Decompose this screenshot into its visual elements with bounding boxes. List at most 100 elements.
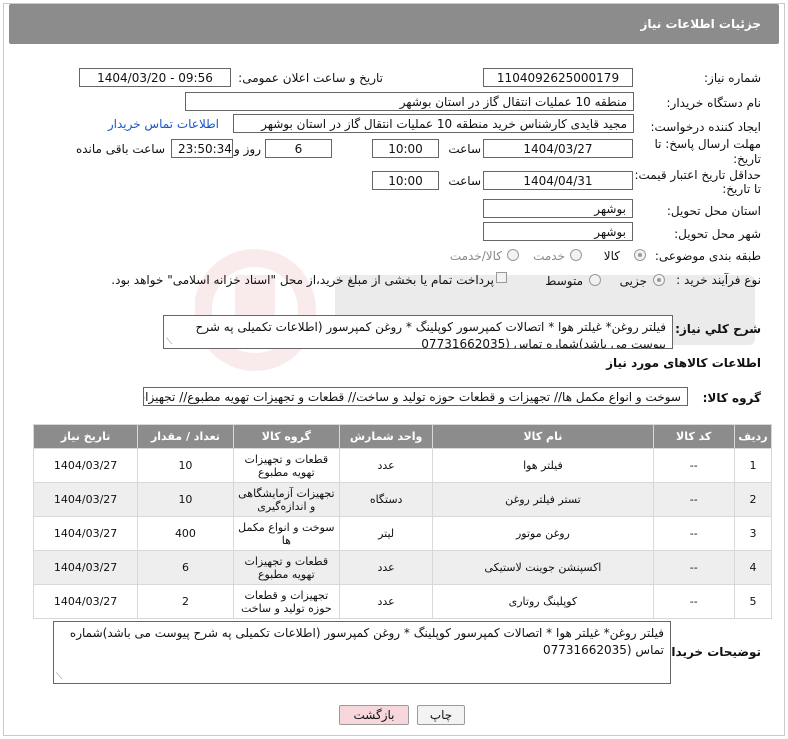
back-button[interactable]: بازگشت — [339, 705, 409, 725]
category-option-goods: کالا — [603, 249, 620, 263]
cell-name: تستر فیلتر روغن — [432, 482, 654, 517]
cell-code: -- — [652, 448, 735, 483]
col-header-date: تاریخ نیاز — [32, 424, 139, 449]
table-row[interactable]: 4 -- اکسپنشن جوینت لاستیکی عدد قطعات و ت… — [32, 550, 773, 585]
deadline-label: مهلت ارسال پاسخ: تا — [654, 137, 761, 151]
deadline-time-field: 10:00 — [372, 139, 439, 158]
min-price-date-field: 1404/04/31 — [483, 171, 633, 190]
deadline-label-date: تاریخ: — [733, 152, 761, 166]
process-radio-medium[interactable] — [589, 274, 601, 286]
process-option-minor: جزیی — [619, 274, 647, 288]
city-label: شهر محل تحویل: — [674, 227, 761, 241]
treasury-payment-checkbox[interactable] — [496, 272, 507, 283]
cell-code: -- — [652, 550, 735, 585]
treasury-payment-note: پرداخت تمام یا بخشی از مبلغ خرید،از محل … — [111, 273, 494, 287]
description-textarea: فیلتر روغن* غیلتر هوا * اتصالات کمپرسور … — [163, 315, 673, 349]
creator-field: مجید قایدی کارشناس خرید منطقه 10 عملیات … — [233, 114, 634, 133]
category-radio-goods-service[interactable] — [507, 249, 519, 261]
category-option-goods-service: کالا/خدمت — [449, 249, 502, 263]
cell-group: قطعات و تجهیزات تهویه مطبوع — [232, 448, 340, 483]
cell-group: تجهیزات و قطعات حوزه تولید و ساخت — [232, 584, 340, 619]
min-price-time-field: 10:00 — [372, 171, 439, 190]
cell-group: تجهیزات آزمایشگاهی و اندازه‌گیری — [232, 482, 340, 517]
buyer-org-field: منطقه 10 عملیات انتقال گاز در استان بوشه… — [185, 92, 634, 111]
process-radio-minor[interactable] — [653, 274, 665, 286]
cell-name: روغن موتور — [432, 516, 654, 551]
cell-unit: عدد — [338, 448, 434, 483]
buyer-contact-link[interactable]: اطلاعات تماس خریدار — [108, 117, 219, 131]
cell-group: سوخت و انواع مکمل ها — [232, 516, 340, 551]
resize-handle-icon[interactable]: ⟋ — [166, 338, 172, 347]
buyer-notes-text: فیلتر روغن* غیلتر هوا * اتصالات کمپرسور … — [69, 626, 664, 657]
deadline-date-field: 1404/03/27 — [483, 139, 633, 158]
need-number-label: شماره نیاز: — [704, 71, 761, 85]
cell-date: 1404/03/27 — [32, 482, 139, 517]
cell-code: -- — [652, 482, 735, 517]
min-price-label-date: تا تاریخ: — [722, 182, 761, 196]
table-row[interactable]: 3 -- روغن موتور لیتر سوخت و انواع مکمل ه… — [32, 516, 773, 551]
cell-index: 4 — [733, 550, 773, 585]
announce-label: تاریخ و ساعت اعلان عمومی: — [238, 71, 383, 85]
col-header-unit: واحد شمارش — [338, 424, 434, 449]
col-header-qty: تعداد / مقدار — [137, 424, 234, 449]
min-price-time-label: ساعت — [448, 174, 481, 188]
deadline-time-label: ساعت — [448, 142, 481, 156]
resize-handle-icon[interactable]: ⟋ — [56, 673, 62, 682]
cell-index: 1 — [733, 448, 773, 483]
buyer-notes-textarea: فیلتر روغن* غیلتر هوا * اتصالات کمپرسور … — [53, 621, 671, 684]
city-field: بوشهر — [483, 222, 633, 241]
category-radio-goods[interactable] — [634, 249, 646, 261]
min-price-label: حداقل تاریخ اعتبار قیمت: — [634, 168, 761, 182]
description-label: شرح کلي نياز: — [675, 322, 761, 336]
table-row[interactable]: 5 -- کوپلینگ روتاری عدد تجهیزات و قطعات … — [32, 584, 773, 619]
col-header-name: نام کالا — [432, 424, 654, 449]
cell-index: 3 — [733, 516, 773, 551]
cell-code: -- — [652, 516, 735, 551]
cell-qty: 6 — [137, 550, 234, 585]
cell-group: قطعات و تجهیزات تهویه مطبوع — [232, 550, 340, 585]
days-remaining-field: 6 — [265, 139, 332, 158]
cell-name: اکسپنشن جوینت لاستیکی — [432, 550, 654, 585]
creator-label: ایجاد کننده درخواست: — [650, 120, 761, 134]
cell-index: 2 — [733, 482, 773, 517]
table-row[interactable]: 1 -- فیلتر هوا عدد قطعات و تجهیزات تهویه… — [32, 448, 773, 483]
goods-section-title: اطلاعات کالاهای مورد نیاز — [606, 356, 761, 370]
cell-date: 1404/03/27 — [32, 584, 139, 619]
goods-group-label: گروه کالا: — [702, 391, 761, 405]
goods-group-field: سوخت و انواع مکمل ها// تجهیزات و قطعات ح… — [143, 387, 688, 406]
page-header: جزئیات اطلاعات نیاز — [9, 4, 779, 44]
cell-name: فیلتر هوا — [432, 448, 654, 483]
cell-qty: 10 — [137, 448, 234, 483]
buyer-notes-label: توضیحات خریدار: — [659, 645, 761, 659]
table-row[interactable]: 2 -- تستر فیلتر روغن دستگاه تجهیزات آزما… — [32, 482, 773, 517]
process-type-label: نوع فرآیند خرید : — [676, 273, 761, 287]
items-table-header: ردیف کد کالا نام کالا واحد شمارش گروه کا… — [32, 424, 773, 449]
print-button[interactable]: چاپ — [417, 705, 465, 725]
items-table: ردیف کد کالا نام کالا واحد شمارش گروه کا… — [32, 424, 773, 619]
announce-field: 1404/03/20 - 09:56 — [79, 68, 231, 87]
need-number-field: 1104092625000179 — [483, 68, 633, 87]
cell-qty: 10 — [137, 482, 234, 517]
cell-unit: عدد — [338, 550, 434, 585]
cell-date: 1404/03/27 — [32, 516, 139, 551]
buyer-org-label: نام دستگاه خریدار: — [666, 96, 762, 110]
cell-index: 5 — [733, 584, 773, 619]
col-header-group: گروه کالا — [232, 424, 340, 449]
category-radio-service[interactable] — [570, 249, 582, 261]
cell-code: -- — [652, 584, 735, 619]
cell-date: 1404/03/27 — [32, 448, 139, 483]
col-header-index: ردیف — [733, 424, 773, 449]
cell-unit: عدد — [338, 584, 434, 619]
province-field: بوشهر — [483, 199, 633, 218]
category-label: طبقه بندی موضوعی: — [654, 249, 761, 263]
cell-unit: دستگاه — [338, 482, 434, 517]
cell-unit: لیتر — [338, 516, 434, 551]
days-label: روز و — [234, 142, 261, 156]
col-header-code: کد کالا — [652, 424, 735, 449]
remaining-time-label: ساعت باقی مانده — [75, 142, 165, 156]
cell-name: کوپلینگ روتاری — [432, 584, 654, 619]
category-option-service: خدمت — [533, 249, 565, 263]
cell-date: 1404/03/27 — [32, 550, 139, 585]
description-text: فیلتر روغن* غیلتر هوا * اتصالات کمپرسور … — [195, 320, 666, 349]
process-option-medium: متوسط — [545, 274, 583, 288]
